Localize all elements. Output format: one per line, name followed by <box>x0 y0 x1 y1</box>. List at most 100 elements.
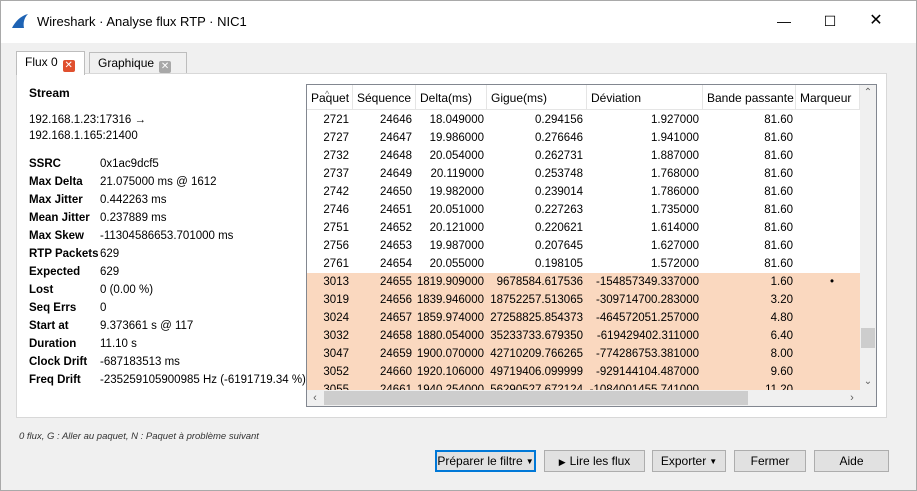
scroll-down-icon[interactable]: ⌄ <box>860 374 876 390</box>
tab-label: Graphique <box>98 56 155 70</box>
cell-gigue: 9678584.617536 <box>496 276 583 288</box>
help-button[interactable]: Aide <box>814 450 889 472</box>
cell-delta: 18.049000 <box>429 114 484 126</box>
horizontal-scrollbar[interactable]: ‹ › <box>307 390 860 406</box>
cell-sequence: 24656 <box>380 294 412 306</box>
column-gigue[interactable]: Gigue(ms) <box>487 85 587 110</box>
play-streams-button[interactable]: ▶ Lire les flux <box>544 450 645 472</box>
table-row[interactable]: 3013 24655 1819.909000 9678584.617536 -15485… <box>307 273 860 291</box>
cell-bande-passante: 81.60 <box>764 168 793 180</box>
cell-bande-passante: 8.00 <box>770 348 793 360</box>
stat-value: 0 (0.00 %) <box>100 284 154 296</box>
cell-gigue: 0.294156 <box>535 114 583 126</box>
cell-gigue: 35233733.679350 <box>490 330 583 342</box>
cell-bande-passante: 9.60 <box>770 366 793 378</box>
stat-key: Lost <box>29 284 54 296</box>
table-row[interactable]: 3032 24658 1880.054000 35233733.679350 -6194… <box>307 327 860 345</box>
stream-title: Stream <box>29 86 70 100</box>
close-button[interactable]: Fermer <box>734 450 806 472</box>
column-deviation[interactable]: Déviation <box>587 85 703 110</box>
cell-delta: 20.054000 <box>429 150 484 162</box>
table-row[interactable]: 2721 24646 18.049000 0.294156 1.927000 81.60 <box>307 111 860 129</box>
scroll-right-icon[interactable]: › <box>844 390 860 406</box>
stat-value: 0 <box>100 302 107 314</box>
column-delta[interactable]: Delta(ms) <box>416 85 487 110</box>
cell-sequence: 24657 <box>380 312 412 324</box>
cell-sequence: 24655 <box>380 276 412 288</box>
source-address: 192.168.1.23:17316 → <box>29 114 147 126</box>
rtp-packet-table[interactable]: ^ Paquet Séquence Delta(ms) Gigue(ms) Dév… <box>306 84 877 407</box>
prepare-filter-button[interactable]: Préparer le filtre ▼ <box>435 450 536 472</box>
cell-gigue: 0.207645 <box>535 240 583 252</box>
close-tab-icon[interactable]: ✕ <box>62 60 75 72</box>
maximize-button[interactable]: ☐ <box>819 11 841 31</box>
cell-delta: 1900.070000 <box>416 348 484 360</box>
cell-bande-passante: 81.60 <box>764 150 793 162</box>
cell-delta: 1859.974000 <box>416 312 484 324</box>
cell-sequence: 24646 <box>380 114 412 126</box>
cell-paquet: 2742 <box>323 186 349 198</box>
cell-sequence: 24650 <box>380 186 412 198</box>
cell-paquet: 3024 <box>323 312 349 324</box>
cell-deviation: -154857349.337000 <box>596 276 699 288</box>
column-bande-passante[interactable]: Bande passante <box>703 85 796 110</box>
table-row[interactable]: 2761 24654 20.055000 0.198105 1.572000 81.60 <box>307 255 860 273</box>
cell-marqueur: • <box>829 276 834 288</box>
cell-deviation: 1.786000 <box>651 186 699 198</box>
table-row[interactable]: 3052 24660 1920.106000 49719406.099999 -9291… <box>307 363 860 381</box>
column-sequence[interactable]: Séquence <box>353 85 416 110</box>
stat-key: Mean Jitter <box>29 212 90 224</box>
stat-value: 0.237889 ms <box>100 212 167 224</box>
window-title: Wireshark · Analyse flux RTP · NIC1 <box>37 14 247 29</box>
cell-deviation: 1.887000 <box>651 150 699 162</box>
table-row[interactable]: 3047 24659 1900.070000 42710209.766265 -7742… <box>307 345 860 363</box>
stat-value: 0.442263 ms <box>100 194 167 206</box>
table-row[interactable]: 2742 24650 19.982000 0.239014 1.786000 81.60 <box>307 183 860 201</box>
sort-ascending-icon: ^ <box>325 89 330 99</box>
cell-sequence: 24648 <box>380 150 412 162</box>
stat-key: Max Delta <box>29 176 83 188</box>
cell-paquet: 2727 <box>323 132 349 144</box>
table-row[interactable]: 2727 24647 19.986000 0.276646 1.941000 81.60 <box>307 129 860 147</box>
cell-sequence: 24652 <box>380 222 412 234</box>
table-row[interactable]: 2756 24653 19.987000 0.207645 1.627000 81.60 <box>307 237 860 255</box>
cell-deviation: 1.572000 <box>651 258 699 270</box>
close-tab-icon[interactable]: ✕ <box>159 61 172 73</box>
scroll-left-icon[interactable]: ‹ <box>307 390 323 406</box>
vertical-scroll-thumb[interactable] <box>861 328 875 348</box>
stat-key: Start at <box>29 320 69 332</box>
tab-graphique[interactable]: Graphique ✕ <box>89 52 187 74</box>
column-marqueur[interactable]: Marqueur <box>796 85 860 110</box>
table-row[interactable]: 2746 24651 20.051000 0.227263 1.735000 81.60 <box>307 201 860 219</box>
table-row[interactable]: 3024 24657 1859.974000 27258825.854373 -4645… <box>307 309 860 327</box>
column-paquet[interactable]: ^ Paquet <box>307 85 353 110</box>
cell-bande-passante: 81.60 <box>764 222 793 234</box>
cell-delta: 19.986000 <box>429 132 484 144</box>
cell-delta: 1839.946000 <box>416 294 484 306</box>
export-button[interactable]: Exporter ▼ <box>652 450 726 472</box>
cell-paquet: 2761 <box>323 258 349 270</box>
destination-address: 192.168.1.165:21400 <box>29 130 138 142</box>
stat-value: 629 <box>100 248 120 260</box>
cell-sequence: 24659 <box>380 348 412 360</box>
table-row[interactable]: 3019 24656 1839.946000 18752257.513065 -3097… <box>307 291 860 309</box>
tab-flux-0[interactable]: Flux 0 ✕ <box>16 51 85 75</box>
table-row[interactable]: 2732 24648 20.054000 0.262731 1.887000 81.60 <box>307 147 860 165</box>
cell-sequence: 24660 <box>380 366 412 378</box>
cell-gigue: 0.253748 <box>535 168 583 180</box>
cell-bande-passante: 81.60 <box>764 114 793 126</box>
cell-delta: 20.055000 <box>429 258 484 270</box>
chevron-down-icon: ▼ <box>709 457 718 466</box>
cell-sequence: 24653 <box>380 240 412 252</box>
horizontal-scroll-thumb[interactable] <box>324 391 748 405</box>
minimize-button[interactable]: — <box>773 11 795 31</box>
scroll-up-icon[interactable]: ⌃ <box>860 85 876 101</box>
cell-delta: 19.987000 <box>429 240 484 252</box>
vertical-scrollbar[interactable]: ⌃ ⌄ <box>860 85 876 390</box>
table-row[interactable]: 2737 24649 20.119000 0.253748 1.768000 81.60 <box>307 165 860 183</box>
close-window-button[interactable]: ✕ <box>865 11 887 31</box>
table-row[interactable]: 2751 24652 20.121000 0.220621 1.614000 81.60 <box>307 219 860 237</box>
cell-delta: 20.051000 <box>429 204 484 216</box>
cell-paquet: 2751 <box>323 222 349 234</box>
cell-paquet: 3047 <box>323 348 349 360</box>
